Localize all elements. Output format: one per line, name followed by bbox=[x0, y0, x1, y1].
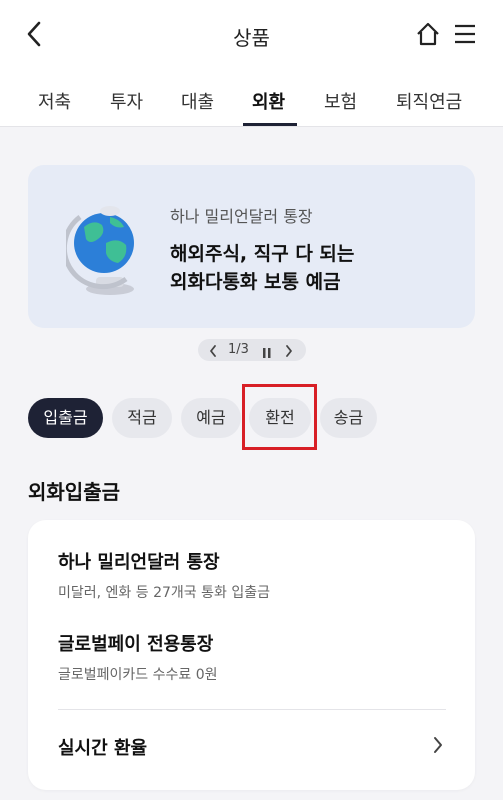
pager-indicator: 1/3 bbox=[228, 342, 249, 357]
active-tab-indicator bbox=[243, 123, 297, 126]
section-title: 외화입출금 bbox=[28, 480, 120, 504]
product-item[interactable]: 하나 밀리언달러 통장 미달러, 엔화 등 27개국 통화 입출금 bbox=[58, 548, 270, 602]
tab-loan[interactable]: 대출 bbox=[181, 88, 214, 114]
rate-link-label: 실시간 환율 bbox=[58, 738, 148, 759]
tab-foreign-exchange[interactable]: 외환 bbox=[252, 88, 285, 114]
highlight-box bbox=[242, 384, 317, 450]
banner-title-line1: 해외주식, 직구 다 되는 bbox=[170, 243, 355, 265]
globe-icon bbox=[61, 197, 146, 297]
product-description: 글로벌페이카드 수수료 0원 bbox=[58, 667, 218, 683]
home-icon[interactable] bbox=[414, 20, 442, 48]
chevron-left-icon[interactable] bbox=[208, 343, 218, 357]
chip-time-deposit[interactable]: 예금 bbox=[181, 398, 241, 438]
tab-insurance[interactable]: 보험 bbox=[324, 88, 357, 114]
product-item[interactable]: 글로벌페이 전용통장 글로벌페이카드 수수료 0원 bbox=[58, 630, 218, 684]
banner-title-line2: 외화다통화 보통 예금 bbox=[170, 271, 341, 293]
product-list-card: 하나 밀리언달러 통장 미달러, 엔화 등 27개국 통화 입출금 글로벌페이 … bbox=[28, 520, 475, 790]
tab-investment[interactable]: 투자 bbox=[110, 88, 143, 114]
top-bar: 상품 bbox=[0, 0, 503, 70]
hamburger-menu-icon[interactable] bbox=[452, 20, 478, 48]
tab-retirement-pension[interactable]: 퇴직연금 bbox=[396, 88, 462, 114]
banner-pager: 1/3 bbox=[198, 339, 306, 361]
chevron-right-icon bbox=[432, 736, 444, 754]
chip-installment-savings[interactable]: 적금 bbox=[112, 398, 172, 438]
chip-deposit-withdrawal[interactable]: 입출금 bbox=[28, 398, 103, 438]
chevron-right-icon[interactable] bbox=[284, 343, 294, 357]
tab-savings[interactable]: 저축 bbox=[38, 88, 71, 114]
realtime-exchange-rate-link[interactable]: 실시간 환율 bbox=[28, 710, 475, 780]
category-tabs: 저축 투자 대출 외환 보험 퇴직연금 bbox=[0, 70, 503, 127]
chip-remittance[interactable]: 송금 bbox=[320, 398, 377, 438]
promo-banner[interactable]: 하나 밀리언달러 통장 해외주식, 직구 다 되는 외화다통화 보통 예금 bbox=[28, 165, 475, 328]
product-description: 미달러, 엔화 등 27개국 통화 입출금 bbox=[58, 585, 270, 601]
product-title: 하나 밀리언달러 통장 bbox=[58, 552, 220, 573]
banner-subtitle: 하나 밀리언달러 통장 bbox=[170, 207, 313, 226]
pause-icon[interactable] bbox=[262, 344, 272, 358]
product-title: 글로벌페이 전용통장 bbox=[58, 634, 214, 655]
